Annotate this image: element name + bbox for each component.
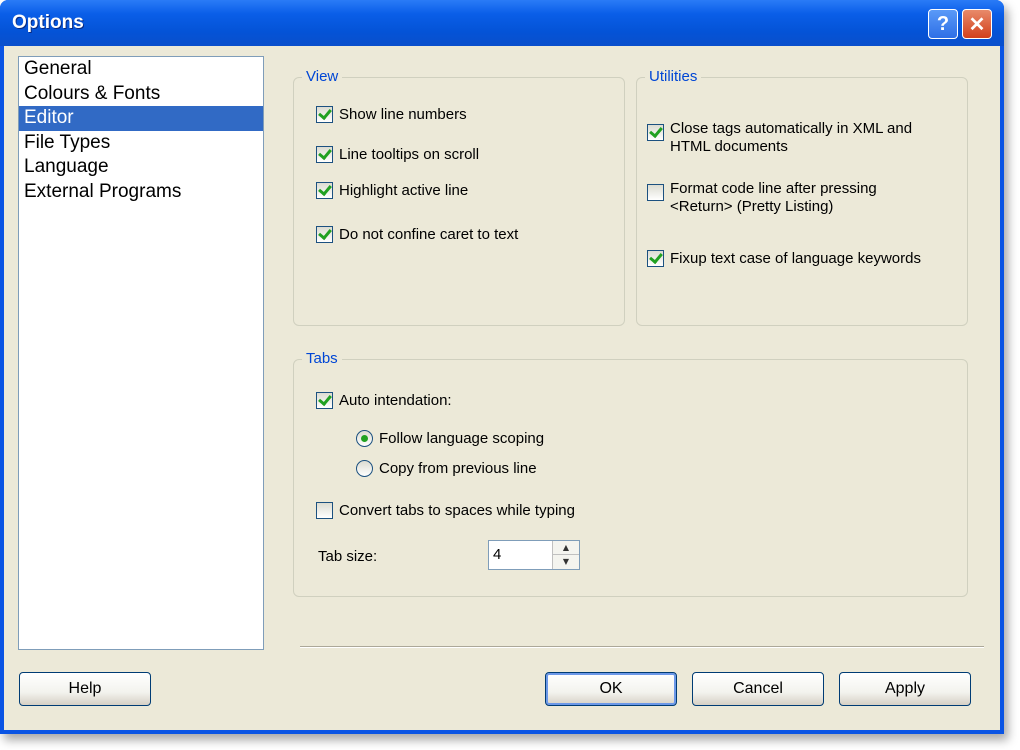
fixup-case-option[interactable]: Fixup text case of language keywords bbox=[647, 250, 921, 268]
category-list[interactable]: General Colours & Fonts Editor File Type… bbox=[18, 56, 264, 650]
follow-scoping-option[interactable]: Follow language scoping bbox=[356, 430, 544, 448]
options-dialog: Options ? ✕ General Colours & Fonts Edit… bbox=[0, 0, 1004, 734]
close-tags-label: Close tags automatically in XML and HTML… bbox=[670, 120, 912, 156]
category-item-external-programs[interactable]: External Programs bbox=[19, 180, 263, 205]
confine-caret-option[interactable]: Do not confine caret to text bbox=[316, 226, 518, 244]
format-code-checkbox[interactable] bbox=[647, 184, 664, 201]
follow-scoping-radio[interactable] bbox=[356, 430, 373, 447]
format-code-label-line1: Format code line after pressing bbox=[670, 180, 877, 197]
format-code-option[interactable]: Format code line after pressing <Return>… bbox=[647, 180, 877, 216]
follow-scoping-label: Follow language scoping bbox=[379, 430, 545, 447]
convert-tabs-checkbox[interactable] bbox=[316, 502, 333, 519]
convert-tabs-label: Convert tabs to spaces while typing bbox=[339, 502, 575, 519]
confine-caret-checkbox[interactable] bbox=[316, 226, 333, 243]
convert-tabs-option[interactable]: Convert tabs to spaces while typing bbox=[316, 502, 575, 520]
fixup-case-label: Fixup text case of language keywords bbox=[670, 250, 921, 267]
fixup-case-checkbox[interactable] bbox=[647, 250, 664, 267]
auto-indent-checkbox[interactable] bbox=[316, 392, 333, 409]
separator-line bbox=[300, 646, 984, 648]
tab-size-label: Tab size: bbox=[318, 548, 378, 565]
show-line-numbers-option[interactable]: Show line numbers bbox=[316, 106, 467, 124]
close-tags-label-line2: HTML documents bbox=[670, 138, 788, 155]
highlight-active-line-checkbox[interactable] bbox=[316, 182, 333, 199]
tab-size-value[interactable]: 4 bbox=[493, 546, 501, 563]
utilities-group: Utilities Close tags automatically in XM… bbox=[636, 68, 968, 326]
copy-previous-label: Copy from previous line bbox=[379, 460, 537, 477]
help-title-button[interactable]: ? bbox=[928, 9, 958, 39]
line-tooltips-label: Line tooltips on scroll bbox=[339, 146, 480, 163]
cancel-button[interactable]: Cancel bbox=[692, 672, 824, 706]
close-tags-option[interactable]: Close tags automatically in XML and HTML… bbox=[647, 120, 912, 156]
window-title: Options bbox=[12, 12, 84, 33]
tabs-group: Tabs Auto intendation: Follow language s… bbox=[293, 350, 968, 597]
category-item-editor[interactable]: Editor bbox=[19, 106, 263, 131]
copy-previous-radio[interactable] bbox=[356, 460, 373, 477]
tab-size-stepper[interactable]: 4 ▲ ▼ bbox=[488, 540, 580, 570]
copy-previous-option[interactable]: Copy from previous line bbox=[356, 460, 537, 478]
category-item-language[interactable]: Language bbox=[19, 155, 263, 180]
close-icon: ✕ bbox=[968, 13, 986, 36]
triangle-down-icon[interactable]: ▼ bbox=[553, 555, 579, 568]
show-line-numbers-label: Show line numbers bbox=[339, 106, 467, 123]
ok-button[interactable]: OK bbox=[545, 672, 677, 706]
view-group: View Show line numbers Line tooltips on … bbox=[293, 68, 625, 326]
format-code-label-line2: <Return> (Pretty Listing) bbox=[670, 198, 834, 215]
dialog-body: General Colours & Fonts Editor File Type… bbox=[4, 46, 1000, 730]
highlight-active-line-label: Highlight active line bbox=[339, 182, 469, 199]
tab-size-spin-buttons: ▲ ▼ bbox=[552, 541, 579, 569]
tabs-group-label: Tabs bbox=[302, 350, 342, 367]
line-tooltips-checkbox[interactable] bbox=[316, 146, 333, 163]
category-item-general[interactable]: General bbox=[19, 57, 263, 82]
view-group-label: View bbox=[302, 68, 343, 85]
auto-indent-label: Auto intendation: bbox=[339, 392, 452, 409]
highlight-active-line-option[interactable]: Highlight active line bbox=[316, 182, 468, 200]
question-mark-icon: ? bbox=[936, 12, 950, 35]
category-item-file-types[interactable]: File Types bbox=[19, 131, 263, 156]
close-tags-checkbox[interactable] bbox=[647, 124, 664, 141]
title-bar[interactable]: Options ? ✕ bbox=[0, 0, 1004, 46]
help-button[interactable]: Help bbox=[19, 672, 151, 706]
apply-button[interactable]: Apply bbox=[839, 672, 971, 706]
utilities-group-label: Utilities bbox=[645, 68, 702, 85]
line-tooltips-option[interactable]: Line tooltips on scroll bbox=[316, 146, 479, 164]
auto-indent-option[interactable]: Auto intendation: bbox=[316, 392, 452, 410]
confine-caret-label: Do not confine caret to text bbox=[339, 226, 519, 243]
category-item-colours-fonts[interactable]: Colours & Fonts bbox=[19, 82, 263, 107]
format-code-label: Format code line after pressing <Return>… bbox=[670, 180, 877, 216]
close-tags-label-line1: Close tags automatically in XML and bbox=[670, 120, 913, 137]
show-line-numbers-checkbox[interactable] bbox=[316, 106, 333, 123]
triangle-up-icon[interactable]: ▲ bbox=[553, 541, 579, 555]
close-title-button[interactable]: ✕ bbox=[962, 9, 992, 39]
